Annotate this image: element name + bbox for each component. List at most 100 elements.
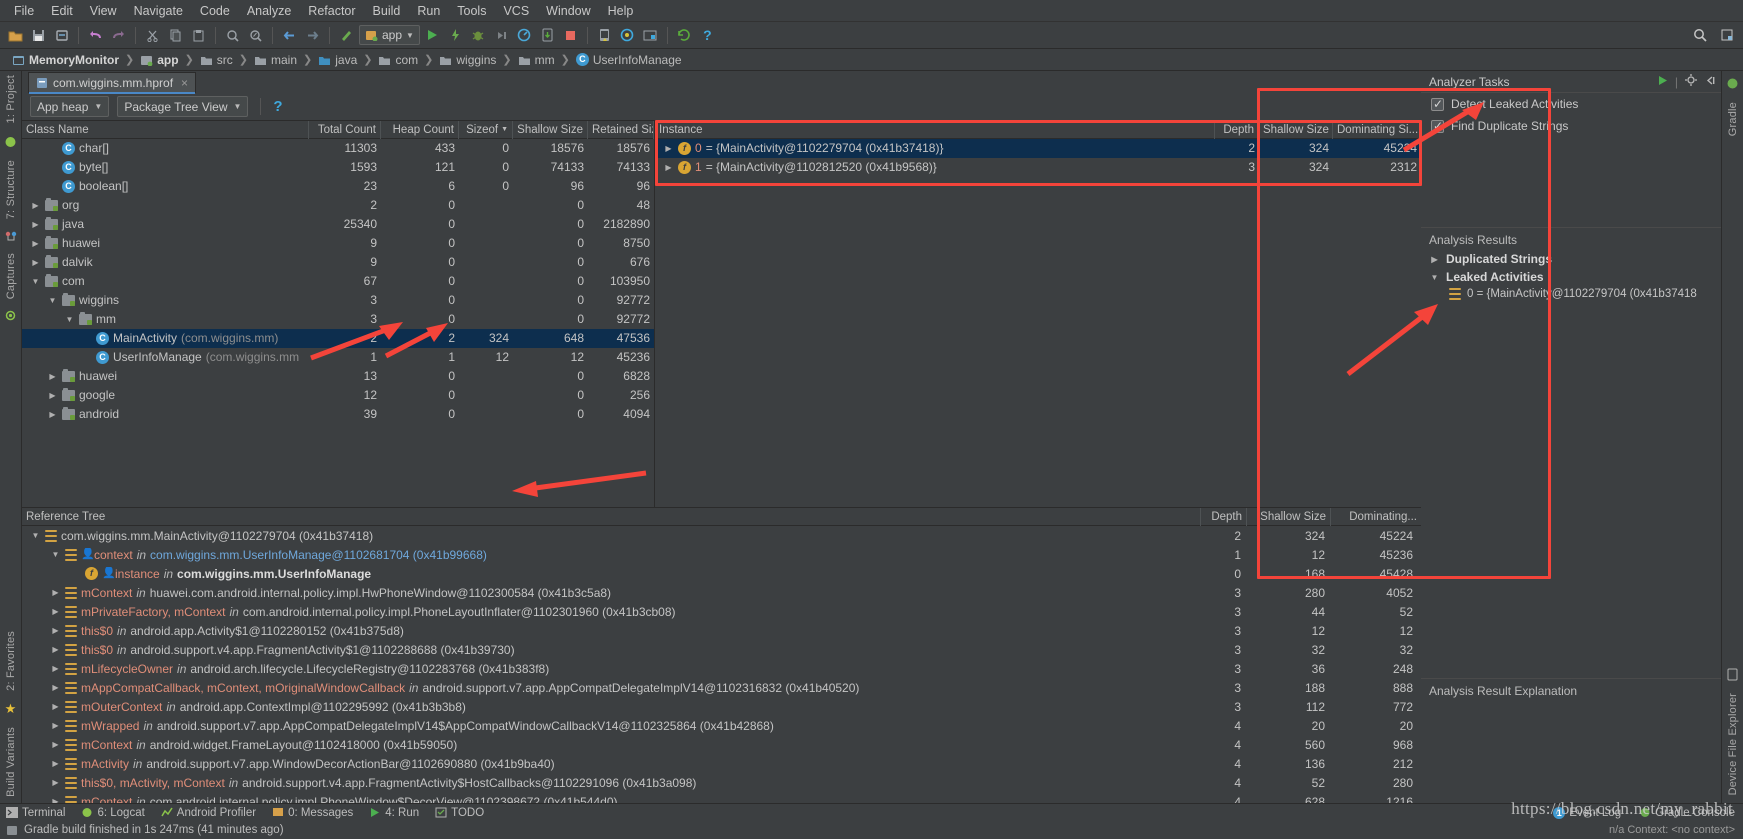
apply-changes-icon[interactable] [445,25,466,46]
col-heap-count[interactable]: Heap Count [381,120,459,139]
reference-label[interactable]: ▶ mWrapped in android.support.v7.app.AppCom… [22,719,1199,733]
reference-label[interactable]: ▶ mPrivateFactory, mContext in com.android.… [22,605,1199,619]
collapse-icon[interactable] [1704,75,1715,89]
result-leaked-activities[interactable]: ▼ Leaked Activities [1421,268,1721,286]
expand-arrow-icon[interactable]: ▼ [30,531,41,540]
expand-arrow-icon[interactable]: ▶ [50,645,61,654]
reference-tree-row[interactable]: ▶ mOuterContext in android.app.ContextImpl@… [22,697,1421,716]
col-shallow-size[interactable]: Shallow Size [1259,120,1333,139]
col-depth[interactable]: Depth [1201,507,1247,526]
instance-cell[interactable]: ▶ f 0 = {MainActivity@1102279704 (0x41b3741… [655,139,1215,158]
expand-arrow-icon[interactable]: ▶ [663,139,674,158]
expand-arrow-icon[interactable]: ▶ [47,405,58,424]
layout-inspector-icon[interactable] [640,25,661,46]
col-class-name[interactable]: Class Name [22,120,309,139]
class-name-cell[interactable]: Cbyte[] [22,158,309,177]
expand-arrow-icon[interactable]: ▶ [30,253,41,272]
table-row[interactable]: Cboolean[] 23 6 0 96 96 [22,177,654,196]
settings-icon[interactable] [1685,74,1697,89]
reference-tree-row[interactable]: ▼ com.wiggins.mm.MainActivity@1102279704 … [22,526,1421,545]
table-row[interactable]: Cchar[] 11303 433 0 18576 18576 [22,139,654,158]
tool-terminal[interactable]: Terminal [6,807,65,819]
menu-file[interactable]: File [6,2,42,20]
back-icon[interactable] [279,25,300,46]
chevron-right-icon[interactable]: ▶ [1429,255,1440,264]
replace-icon[interactable] [245,25,266,46]
chevron-down-icon[interactable]: ▼ [233,102,241,111]
tool-messages[interactable]: 0: Messages [272,807,353,819]
copy-icon[interactable] [165,25,186,46]
reference-label[interactable]: f 👤 instance in com.wiggins.mm.UserInfoManag… [22,567,1199,581]
result-leaked-instance[interactable]: 0 = {MainActivity@1102279704 (0x41b37418 [1421,286,1721,302]
menu-window[interactable]: Window [538,2,598,20]
col-retained-size[interactable]: Retained Size [588,120,654,139]
expand-arrow-icon[interactable]: ▶ [663,158,674,177]
find-icon[interactable] [222,25,243,46]
class-name-cell[interactable]: Cboolean[] [22,177,309,196]
menu-run[interactable]: Run [409,2,448,20]
col-total-count[interactable]: Total Count [309,120,381,139]
table-row[interactable]: ▶ java 25340 0 0 2182890 [22,215,654,234]
expand-arrow-icon[interactable]: ▶ [50,626,61,635]
breadcrumb-item-class[interactable]: C UserInfoManage [572,53,686,67]
breadcrumb-item-mm[interactable]: mm [514,53,559,67]
expand-arrow-icon[interactable]: ▼ [47,291,58,310]
table-row[interactable]: ▶ dalvik 9 0 0 676 [22,253,654,272]
expand-arrow-icon[interactable]: ▶ [30,215,41,234]
help-icon[interactable]: ? [697,25,718,46]
table-row[interactable]: ▶ android 39 0 0 4094 [22,405,654,424]
menu-edit[interactable]: Edit [43,2,81,20]
avd-manager-icon[interactable] [594,25,615,46]
task-find-duplicate-strings[interactable]: Find Duplicate Strings [1421,115,1721,137]
tab-hprof[interactable]: com.wiggins.mm.hprof × [28,72,197,94]
debug-icon[interactable] [468,25,489,46]
breadcrumb-item-wiggins[interactable]: wiggins [435,53,500,67]
profile-icon[interactable] [514,25,535,46]
col-shallow-size[interactable]: Shallow Size [513,120,588,139]
reference-tree-row[interactable]: ▶ mContext in huawei.com.android.internal.p… [22,583,1421,602]
table-row[interactable]: ▶ huawei 13 0 0 6828 [22,367,654,386]
class-name-cell[interactable]: Cchar[] [22,139,309,158]
class-name-cell[interactable]: ▶ android [22,405,309,424]
expand-arrow-icon[interactable]: ▶ [47,386,58,405]
col-dominating-size[interactable]: Dominating Si... [1333,121,1421,139]
reference-label[interactable]: ▶ mContext in android.widget.FrameLayout@11… [22,738,1199,752]
class-name-cell[interactable]: ▶ google [22,386,309,405]
breadcrumb-item-module[interactable]: app [136,53,182,67]
col-depth[interactable]: Depth [1215,120,1259,139]
table-row[interactable]: ▶ f 0 = {MainActivity@1102279704 (0x41b3741… [655,139,1421,158]
table-row[interactable]: ▼ mm 3 0 0 92772 [22,310,654,329]
paste-icon[interactable] [188,25,209,46]
table-row[interactable]: C MainActivity (com.wiggins.mm) 2 2 324 648 475… [22,329,654,348]
reference-tree-row[interactable]: ▶ mLifecycleOwner in android.arch.lifecycle… [22,659,1421,678]
sidebar-item-captures[interactable]: Captures [5,253,17,299]
expand-arrow-icon[interactable]: ▶ [50,607,61,616]
reference-tree-row[interactable]: ▶ mContext in com.android.internal.policy.i… [22,792,1421,804]
checkbox-icon[interactable] [1431,97,1444,111]
class-name-cell[interactable]: ▶ org [22,196,309,215]
col-instance[interactable]: Instance [655,120,1215,139]
reference-tree-row[interactable]: ▶ mPrivateFactory, mContext in com.android.… [22,602,1421,621]
expand-arrow-icon[interactable]: ▶ [50,721,61,730]
menu-refactor[interactable]: Refactor [300,2,363,20]
reference-label[interactable]: ▶ mContext in com.android.internal.policy.i… [22,795,1199,804]
run-icon[interactable] [422,25,443,46]
breadcrumb-item-com[interactable]: com [374,53,422,67]
open-folder-icon[interactable] [5,25,26,46]
breadcrumb-item-main[interactable]: main [250,53,301,67]
col-sizeof[interactable]: Sizeof ▼ [459,120,513,139]
table-row[interactable]: C UserInfoManage (com.wiggins.mm 1 1 12 12 4523… [22,348,654,367]
expand-arrow-icon[interactable]: ▶ [30,234,41,253]
reference-label[interactable]: ▶ mOuterContext in android.app.ContextImpl@… [22,700,1199,714]
checkbox-icon[interactable] [1431,119,1444,133]
col-reference-tree[interactable]: Reference Tree [22,507,1201,526]
menu-help[interactable]: Help [600,2,642,20]
heap-select[interactable]: App heap ▼ [30,96,110,117]
task-detect-leaked-activities[interactable]: Detect Leaked Activities [1421,93,1721,115]
class-table-body[interactable]: Cchar[] 11303 433 0 18576 18576 Cbyte[] 1593 121… [22,139,654,507]
reference-label[interactable]: ▶ mAppCompatCallback, mContext, mOriginal… [22,681,1199,695]
reference-tree-row[interactable]: ▶ mWrapped in android.support.v7.app.AppCom… [22,716,1421,735]
class-name-cell[interactable]: ▼ wiggins [22,291,309,310]
expand-arrow-icon[interactable]: ▶ [47,367,58,386]
reference-tree-row[interactable]: ▼ 👤 context in com.wiggins.mm.UserInfoManage… [22,545,1421,564]
